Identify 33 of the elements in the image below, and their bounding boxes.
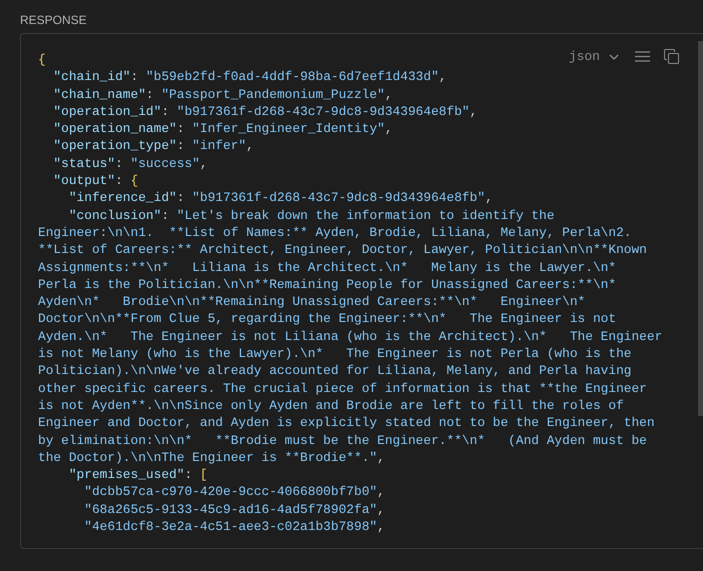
code-line: is not Ayden**.\n\nSince only Ayden and Brodie are left to fill the roles of (38, 398, 624, 413)
code-line: "4e61dcf8-3e2a-4c51-aee3-c02a1b3b7898", (83, 519, 385, 534)
copy-icon[interactable] (664, 49, 679, 64)
code-line: by elimination:\n\n* **Brodie must be the Engineer.**\n* (And Ayden must be (38, 432, 647, 448)
code-line: "chain_name": "Passport_Pandemonium_Puzzle", (52, 86, 393, 102)
code-line: Ayden.\n* The Engineer is not Liliana (who is the Architect).\n* The Engineer (38, 328, 662, 344)
code-line: is not Melany (who is the Lawyer).\n* The Engineer is not Perla (who is the (38, 346, 632, 362)
code-line: **List of Careers:** Architect, Engineer, Doctor, Lawyer, Politician\n\n**Known (38, 242, 647, 258)
menu-icon[interactable] (635, 51, 650, 62)
code-line: { (38, 52, 46, 67)
code-line: Perla is the Politician.\n\n**Remaining People for Unassigned Careers:**\n* (38, 276, 616, 292)
code-line: "inference_id": "b917361f-d268-43c7-9dc8-9d343964e8fb", (68, 190, 493, 206)
code-line: Politician).\n\nWe've already accounted for Liliana, Melany, and Perla having (38, 363, 632, 378)
language-selector[interactable]: json (568, 47, 600, 66)
code-line: other specific careers. The crucial piece of information is that **the Engineer (38, 380, 647, 396)
code-line: "premises_used": [ (68, 467, 208, 482)
chevron-icon[interactable] (609, 54, 619, 60)
code-line: Engineer:\n\n1. **List of Names:** Ayden, Brodie, Liliana, Melany, Perla\n2. (38, 224, 632, 240)
code-line: "operation_name": "Infer_Engineer_Identity", (52, 121, 393, 136)
section-label: RESPONSE (20, 12, 87, 28)
code-line: "output": { (52, 173, 138, 188)
code-line: the Doctor).\n\nThe Engineer is **Brodie**.", (38, 450, 385, 465)
code-line: Ayden\n* Brodie\n\n**Remaining Unassigned Careers:**\n* Engineer\n* (38, 294, 586, 310)
code-line: "68a265c5-9133-45c9-ad16-4ad5f78902fa", (83, 502, 385, 517)
code-line: "operation_type": "infer", (52, 138, 254, 154)
code-line: "dcbb57ca-c970-420e-9ccc-4066800bf7b0", (83, 484, 385, 500)
code-line: "conclusion": "Let's break down the information to identify the (68, 208, 554, 223)
code-line: "status": "success", (52, 156, 208, 171)
code-line: "chain_id": "b59eb2fd-f0ad-4ddf-98ba-6d7eef1d433d", (52, 69, 447, 84)
code-line: Engineer and Doctor, and Ayden is explicitly stated not to be the Engineer, then (38, 415, 655, 430)
code-line: "operation_id": "b917361f-d268-43c7-9dc8-9d343964e8fb", (52, 104, 478, 119)
code-line: Assignments:**\n* Liliana is the Architect.\n* Melany is the Lawyer.\n* (38, 260, 616, 275)
code-line: Doctor\n\n**From Clue 5, regarding the Engineer:**\n* The Engineer is not (38, 311, 616, 326)
